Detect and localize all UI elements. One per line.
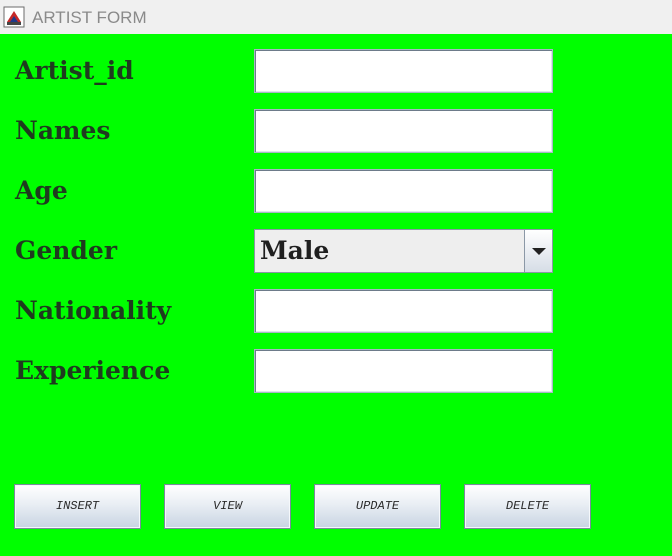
window-title: ARTIST FORM: [32, 8, 147, 27]
nationality-field[interactable]: [254, 289, 553, 333]
experience-field[interactable]: [254, 349, 553, 393]
delete-button[interactable]: DELETE: [464, 484, 591, 529]
age-label: Age: [15, 176, 68, 205]
gender-selected-value: Male: [260, 236, 330, 265]
artist-id-field[interactable]: [254, 49, 553, 93]
insert-button[interactable]: INSERT: [14, 484, 141, 529]
names-label: Names: [15, 116, 111, 145]
chevron-down-icon: [532, 248, 546, 255]
update-button[interactable]: UPDATE: [314, 484, 441, 529]
title-bar: ARTIST FORM: [0, 0, 672, 34]
experience-label: Experience: [15, 356, 171, 385]
artist-id-label: Artist_id: [15, 56, 134, 85]
names-field[interactable]: [254, 109, 553, 153]
gender-dropdown[interactable]: Male: [254, 229, 553, 273]
dropdown-arrow-button[interactable]: [524, 230, 552, 272]
age-field[interactable]: [254, 169, 553, 213]
form-panel: Artist_id Names Age Gender Male National…: [0, 34, 672, 556]
nationality-label: Nationality: [15, 296, 172, 325]
gender-label: Gender: [15, 236, 117, 265]
app-java-icon: [3, 6, 25, 28]
view-button[interactable]: VIEW: [164, 484, 291, 529]
